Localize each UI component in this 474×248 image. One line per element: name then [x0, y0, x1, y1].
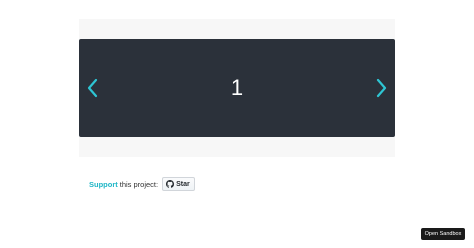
support-row: Support this project: Star: [89, 177, 195, 191]
prev-slide-button[interactable]: [85, 77, 99, 99]
open-sandbox-button[interactable]: Open Sandbox: [421, 228, 465, 240]
chevron-right-icon: [376, 78, 387, 98]
page: 1 Support this project: Star Open Sandbo…: [0, 0, 474, 248]
chevron-left-icon: [87, 78, 98, 98]
support-link[interactable]: Support: [89, 180, 118, 189]
carousel: 1: [79, 39, 395, 137]
support-text: this project:: [119, 179, 159, 189]
next-slide-button[interactable]: [375, 77, 389, 99]
slide-number: 1: [230, 75, 244, 100]
github-icon: [166, 180, 175, 188]
github-star-button[interactable]: Star: [162, 177, 195, 191]
star-label: Star: [176, 180, 190, 188]
demo-panel: 1: [79, 19, 395, 157]
